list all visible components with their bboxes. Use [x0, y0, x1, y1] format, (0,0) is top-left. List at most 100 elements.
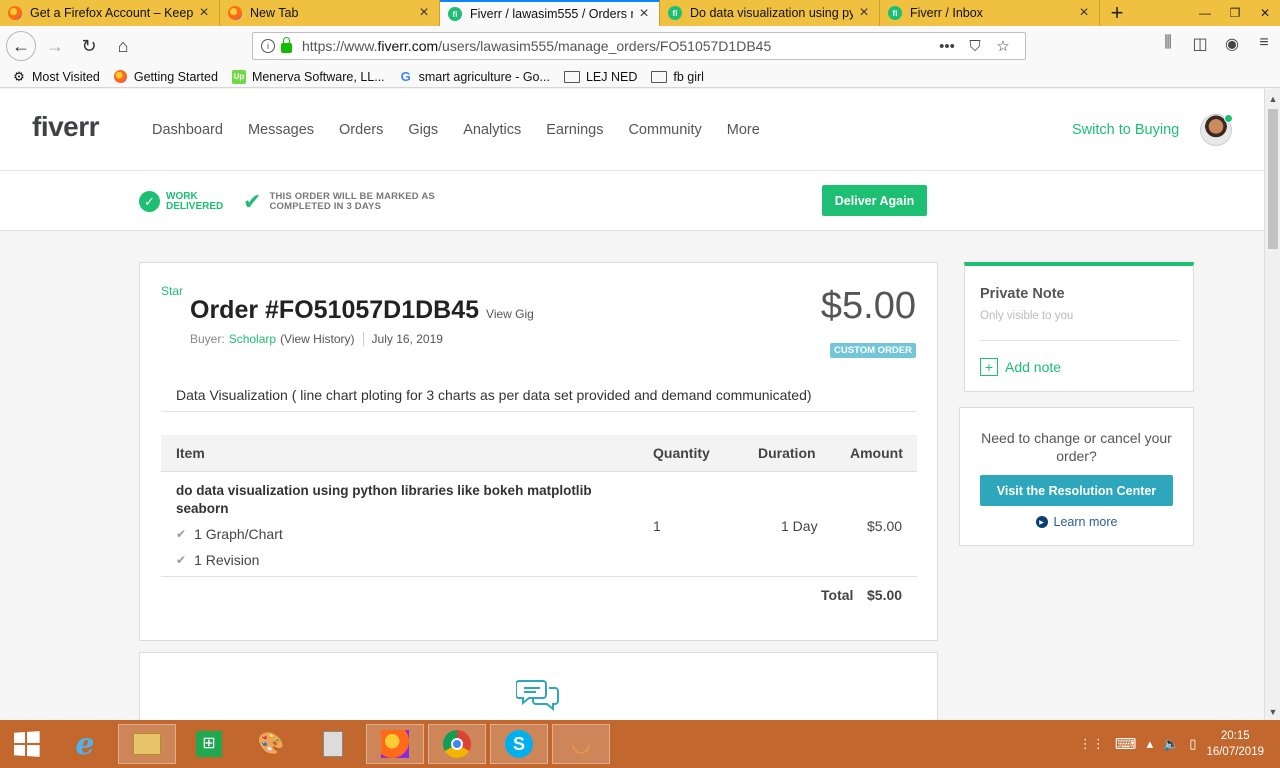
nav-more[interactable]: More: [727, 122, 760, 138]
nav-gigs[interactable]: Gigs: [408, 122, 438, 138]
nav-community[interactable]: Community: [628, 122, 701, 138]
lock-icon: [281, 37, 292, 53]
bookmark-label: Getting Started: [133, 69, 218, 84]
forward-icon[interactable]: →: [40, 31, 70, 61]
url-text[interactable]: https://www.fiverr.com/users/lawasim555/…: [302, 38, 933, 54]
tab-label: Fiverr / Inbox: [910, 6, 983, 20]
browser-tab-fiverr-inbox[interactable]: fi Fiverr / Inbox ×: [880, 0, 1100, 26]
bookmark-label: fb girl: [673, 69, 704, 84]
close-icon[interactable]: ×: [1077, 4, 1091, 22]
browser-tab-firefox-account[interactable]: Get a Firefox Account – Keep y ×: [0, 0, 220, 26]
info-icon[interactable]: i: [261, 39, 275, 53]
order-date: July 16, 2019: [371, 332, 443, 346]
keyboard-icon[interactable]: ⌨: [1115, 735, 1137, 753]
paint-icon[interactable]: 🎨: [242, 724, 300, 764]
browser-tab-data-visualization[interactable]: fi Do data visualization using pyt ×: [660, 0, 880, 26]
nav-orders[interactable]: Orders: [339, 122, 383, 138]
bookmark-smart-agriculture[interactable]: G smart agriculture - Go...: [399, 69, 550, 84]
store-icon[interactable]: ⊞: [180, 724, 238, 764]
chat-bubbles-icon: [516, 680, 559, 712]
fiverr-icon: fi: [668, 6, 682, 20]
bookmark-getting-started[interactable]: Getting Started: [114, 70, 218, 84]
system-clock[interactable]: 20:15 16/07/2019: [1206, 728, 1264, 760]
pocket-icon[interactable]: ⛉: [961, 38, 989, 55]
toolbar-right: ⫼ ◫ ◉ ≡: [1152, 34, 1280, 54]
nav-analytics[interactable]: Analytics: [463, 122, 521, 138]
minimize-icon[interactable]: —: [1190, 0, 1220, 26]
new-tab-button[interactable]: +: [1100, 0, 1134, 26]
star-link[interactable]: Star: [161, 284, 183, 298]
view-gig-link[interactable]: View Gig: [486, 307, 534, 321]
close-icon[interactable]: ×: [417, 4, 431, 22]
total-label: Total: [821, 587, 854, 603]
custom-order-badge: Custom Order: [830, 343, 916, 358]
browser-tab-fiverr-orders[interactable]: fi Fiverr / lawasim555 / Orders m ×: [440, 0, 660, 26]
google-icon: G: [400, 69, 411, 84]
switch-to-buying-link[interactable]: Switch to Buying: [1072, 122, 1179, 138]
maximize-icon[interactable]: ❐: [1220, 0, 1250, 26]
bookmark-lej-ned[interactable]: LEJ NED: [563, 69, 638, 84]
deliver-again-button[interactable]: Deliver Again: [822, 185, 927, 216]
buyer-name-link[interactable]: Scholarp: [229, 332, 276, 346]
resolution-card: Need to change or cancel your order? Vis…: [959, 407, 1194, 546]
bookmark-label: LEJ NED: [585, 69, 638, 84]
scroll-down-icon[interactable]: ▼: [1265, 704, 1280, 720]
nav-dashboard[interactable]: Dashboard: [152, 122, 223, 138]
bookmark-most-visited[interactable]: ⚙ Most Visited: [12, 69, 100, 84]
upwork-icon: Up: [231, 69, 246, 84]
learn-more-link[interactable]: ▶ Learn more: [960, 515, 1193, 529]
bookmark-star-icon[interactable]: ☆: [989, 37, 1017, 55]
volume-icon[interactable]: 🔈: [1163, 736, 1179, 752]
scroll-up-icon[interactable]: ▲: [1265, 91, 1280, 107]
check-icon: ✔: [176, 553, 187, 567]
page-scrollbar[interactable]: ▲ ▼: [1264, 89, 1280, 720]
resolution-center-button[interactable]: Visit the Resolution Center: [980, 475, 1173, 506]
buyer-line: Buyer: Scholarp (View History) July 16, …: [190, 332, 443, 346]
reload-icon[interactable]: ↻: [74, 31, 104, 61]
order-title-row: Order #FO51057D1DB45 View Gig: [190, 296, 534, 325]
view-history-link[interactable]: (View History): [280, 332, 354, 346]
app-icon[interactable]: ◡: [552, 724, 610, 764]
add-note-button[interactable]: + Add note: [980, 358, 1061, 376]
tray-expand-icon[interactable]: ▴: [1147, 736, 1154, 752]
table-header: Item Quantity Duration Amount: [161, 435, 917, 472]
fiverr-logo[interactable]: fiverr: [32, 111, 100, 143]
menu-icon[interactable]: ≡: [1248, 34, 1280, 54]
item-duration: 1 Day: [781, 518, 818, 534]
browser-tab-new-tab[interactable]: New Tab ×: [220, 0, 440, 26]
home-icon[interactable]: ⌂: [108, 31, 138, 61]
bookmark-fb-girl[interactable]: fb girl: [651, 70, 704, 84]
internet-explorer-icon[interactable]: e: [56, 724, 114, 764]
browser-nav-bar: ← → ↻ ⌂ i https://www.fiverr.com/users/l…: [0, 26, 1280, 66]
bookmark-label: smart agriculture - Go...: [418, 69, 550, 84]
page-actions-icon[interactable]: •••: [933, 38, 961, 55]
table-row: do data visualization using python libra…: [161, 472, 917, 577]
header-amount: Amount: [850, 445, 903, 461]
chrome-icon[interactable]: [428, 724, 486, 764]
start-button[interactable]: [0, 724, 52, 764]
library-icon[interactable]: ⫼: [1152, 34, 1184, 54]
close-icon[interactable]: ×: [637, 5, 651, 23]
url-bar[interactable]: i https://www.fiverr.com/users/lawasim55…: [252, 32, 1026, 60]
network-icon[interactable]: ▯: [1189, 736, 1196, 752]
nav-earnings[interactable]: Earnings: [546, 122, 603, 138]
feature-label: 1 Revision: [194, 552, 260, 568]
close-window-icon[interactable]: ✕: [1250, 0, 1280, 26]
bookmark-menerva[interactable]: Up Menerva Software, LL...: [231, 69, 385, 84]
file-explorer-icon[interactable]: [118, 724, 176, 764]
firefox-taskbar-icon[interactable]: [366, 724, 424, 764]
close-icon[interactable]: ×: [197, 4, 211, 22]
avatar[interactable]: [1200, 114, 1233, 146]
account-icon[interactable]: ◉: [1216, 34, 1248, 54]
feature-item: ✔ 1 Revision: [176, 552, 259, 568]
table-total-row: Total $5.00: [161, 577, 917, 613]
sidebar-icon[interactable]: ◫: [1184, 34, 1216, 54]
calculator-icon[interactable]: [304, 724, 362, 764]
bookmarks-bar: ⚙ Most Visited Getting Started Up Menerv…: [0, 66, 1280, 88]
close-icon[interactable]: ×: [857, 4, 871, 22]
scroll-thumb[interactable]: [1268, 109, 1278, 249]
nav-messages[interactable]: Messages: [248, 122, 314, 138]
check-icon: ✔: [176, 527, 187, 541]
back-icon[interactable]: ←: [6, 31, 36, 61]
skype-icon[interactable]: S: [490, 724, 548, 764]
